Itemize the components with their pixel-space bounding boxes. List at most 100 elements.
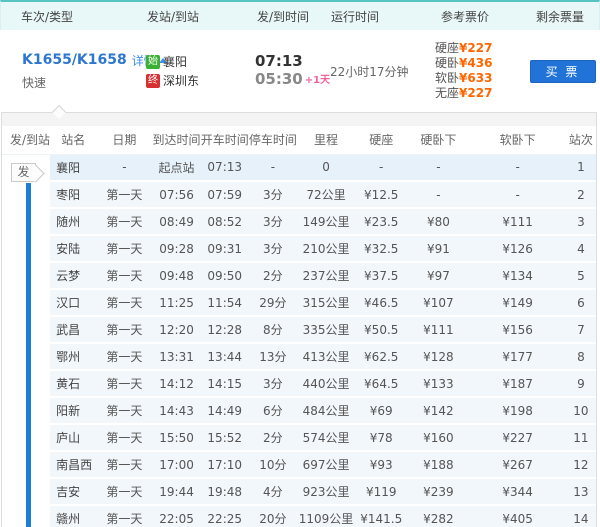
- arrive-time: 15:50: [152, 424, 200, 451]
- stop-sequence: 4: [566, 235, 596, 262]
- stop-sequence: 1: [566, 154, 596, 181]
- distance: 484公里: [297, 397, 355, 424]
- stop-sequence: 3: [566, 208, 596, 235]
- hard-seat-price: ¥64.5: [355, 370, 407, 397]
- table-row[interactable]: 阳新第一天14:4314:496分484公里¥69¥142¥19810: [2, 397, 596, 424]
- stop-sequence: 8: [566, 343, 596, 370]
- table-row[interactable]: 安陆第一天09:2809:313分210公里¥32.5¥91¥1264: [2, 235, 596, 262]
- table-row[interactable]: 随州第一天08:4908:523分149公里¥23.5¥80¥1113: [2, 208, 596, 235]
- soft-sleeper-price: ¥198: [470, 397, 566, 424]
- list-header: 车次/类型发站/到站发/到时间运行时间参考票价剩余票量: [0, 0, 600, 30]
- station-name: 阳新: [50, 397, 96, 424]
- soft-sleeper-price: ¥126: [470, 235, 566, 262]
- station-name: 安陆: [50, 235, 96, 262]
- hard-seat-price: ¥32.5: [355, 235, 407, 262]
- depart-time: 07:59: [201, 181, 249, 208]
- day-offset-badge: +1天: [305, 75, 330, 86]
- distance: 72公里: [297, 181, 355, 208]
- price-label: 无座: [435, 86, 459, 101]
- distance: 149公里: [297, 208, 355, 235]
- hard-seat-price: ¥78: [355, 424, 407, 451]
- depart-time: 07:13: [255, 52, 330, 70]
- stop-duration: 20分: [249, 505, 297, 527]
- arrive-time: 12:20: [152, 316, 200, 343]
- table-row[interactable]: 黄石第一天14:1214:153分440公里¥64.5¥133¥1879: [2, 370, 596, 397]
- stops-body: 襄阳-起点站07:13-0---1枣阳第一天07:5607:593分72公里¥1…: [2, 154, 596, 527]
- stop-sequence: 7: [566, 316, 596, 343]
- hard-sleeper-price: ¥282: [407, 505, 469, 527]
- buy-cell: 买 票: [525, 60, 600, 83]
- stop-duration: 29分: [249, 289, 297, 316]
- depart-time: 14:49: [201, 397, 249, 424]
- timeline-line: [26, 183, 31, 527]
- stop-duration: 2分: [249, 262, 297, 289]
- distance: 1109公里: [297, 505, 355, 527]
- hard-seat-price: ¥69: [355, 397, 407, 424]
- stop-duration: 13分: [249, 343, 297, 370]
- stop-duration: 10分: [249, 451, 297, 478]
- hard-sleeper-price: ¥239: [407, 478, 469, 505]
- train-number: K1655/K1658: [22, 52, 127, 68]
- list-header-tickets: 剩余票量: [536, 8, 599, 25]
- price-label: 硬卧: [435, 56, 459, 71]
- stop-sequence: 12: [566, 451, 596, 478]
- hard-sleeper-price: ¥128: [407, 343, 469, 370]
- price-value: ¥227: [459, 41, 492, 56]
- station-name: 赣州: [50, 505, 96, 527]
- table-row[interactable]: 赣州第一天22:0522:2520分1109公里¥141.5¥282¥40514: [2, 505, 596, 527]
- end-station-name: 深圳东: [163, 72, 199, 89]
- date: 第一天: [96, 505, 152, 527]
- depart-time: 07:13: [201, 154, 249, 181]
- soft-sleeper-price: ¥149: [470, 289, 566, 316]
- arrive-time: 13:31: [152, 343, 200, 370]
- hard-sleeper-price: ¥91: [407, 235, 469, 262]
- stop-duration: 3分: [249, 208, 297, 235]
- arrive-time: 11:25: [152, 289, 200, 316]
- price-line: 硬座¥227: [435, 41, 525, 56]
- stop-sequence: 11: [566, 424, 596, 451]
- soft-sleeper-price: ¥134: [470, 262, 566, 289]
- hard-seat-price: ¥93: [355, 451, 407, 478]
- stop-duration: 8分: [249, 316, 297, 343]
- table-row[interactable]: 鄂州第一天13:3113:4413分413公里¥62.5¥128¥1778: [2, 343, 596, 370]
- table-row[interactable]: 武昌第一天12:2012:288分335公里¥50.5¥111¥1567: [2, 316, 596, 343]
- date: 第一天: [96, 478, 152, 505]
- stops-table: 发/到站站名日期到达时间开车时间停车时间里程硬座硬卧下软卧下站次 襄阳-起点站0…: [2, 126, 596, 527]
- station-name: 云梦: [50, 262, 96, 289]
- table-row[interactable]: 枣阳第一天07:5607:593分72公里¥12.5--2: [2, 181, 596, 208]
- arrive-time: 起点站: [152, 154, 200, 181]
- duration: 22小时17分钟: [330, 63, 435, 80]
- start-station-name: 襄阳: [163, 53, 187, 70]
- distance: 697公里: [297, 451, 355, 478]
- table-row[interactable]: 南昌西第一天17:0017:1010分697公里¥93¥188¥26712: [2, 451, 596, 478]
- hard-sleeper-price: ¥160: [407, 424, 469, 451]
- table-row[interactable]: 汉口第一天11:2511:5429分315公里¥46.5¥107¥1496: [2, 289, 596, 316]
- price-value: ¥227: [459, 86, 492, 101]
- table-row[interactable]: 吉安第一天19:4419:484分923公里¥119¥239¥34413: [2, 478, 596, 505]
- station-name: 随州: [50, 208, 96, 235]
- depart-time: 08:52: [201, 208, 249, 235]
- column-header-depart-arrive: 发/到站: [2, 126, 50, 154]
- hard-sleeper-price: ¥107: [407, 289, 469, 316]
- stop-duration: 3分: [249, 235, 297, 262]
- buy-ticket-button[interactable]: 买 票: [530, 60, 596, 83]
- distance: 335公里: [297, 316, 355, 343]
- table-row[interactable]: 云梦第一天09:4809:502分237公里¥37.5¥97¥1345: [2, 262, 596, 289]
- stop-sequence: 10: [566, 397, 596, 424]
- hard-seat-price: ¥119: [355, 478, 407, 505]
- table-row[interactable]: 庐山第一天15:5015:522分574公里¥78¥160¥22711: [2, 424, 596, 451]
- table-row[interactable]: 襄阳-起点站07:13-0---1: [2, 154, 596, 181]
- price-line: 无座¥227: [435, 86, 525, 101]
- stop-duration: 4分: [249, 478, 297, 505]
- depart-time: 09:50: [201, 262, 249, 289]
- column-header-stop: 停车时间: [249, 126, 297, 154]
- station-name: 武昌: [50, 316, 96, 343]
- price-label: 软卧: [435, 71, 459, 86]
- hard-sleeper-price: ¥97: [407, 262, 469, 289]
- distance: 923公里: [297, 478, 355, 505]
- list-header-train-type: 车次/类型: [1, 8, 141, 25]
- distance: 574公里: [297, 424, 355, 451]
- soft-sleeper-price: ¥405: [470, 505, 566, 527]
- station-name: 黄石: [50, 370, 96, 397]
- hard-sleeper-price: -: [407, 154, 469, 181]
